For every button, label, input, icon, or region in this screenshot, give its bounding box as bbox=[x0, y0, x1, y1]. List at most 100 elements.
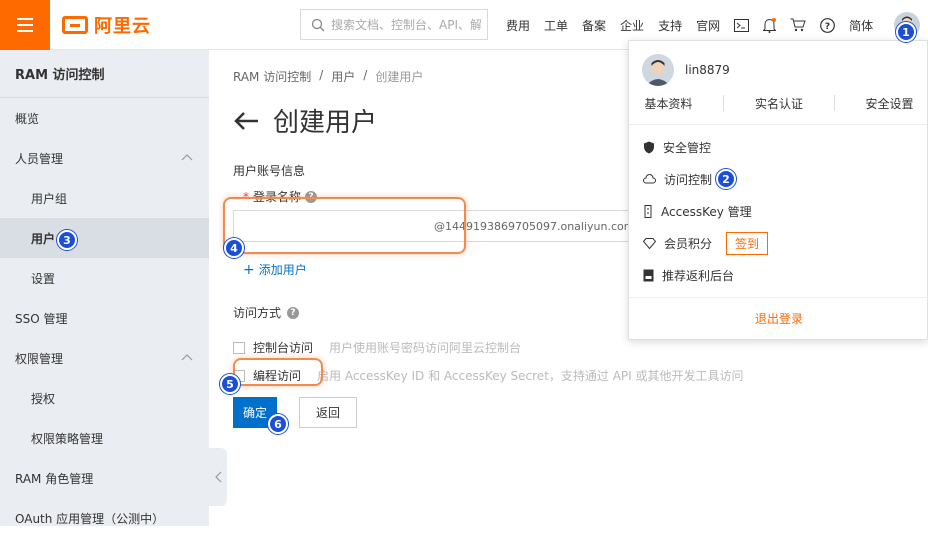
search-input[interactable] bbox=[331, 17, 481, 32]
menu-accesskey[interactable]: AccessKey 管理 bbox=[629, 195, 927, 227]
terminal-icon[interactable] bbox=[734, 18, 750, 32]
user-dropdown: lin8879 基本资料 实名认证 安全设置 安全管控 访问控制 AccessK… bbox=[628, 40, 928, 340]
search-box[interactable] bbox=[300, 9, 488, 40]
chevron-up-icon bbox=[181, 354, 193, 361]
nav-tickets[interactable]: 工单 bbox=[544, 17, 568, 34]
sidebar-item-users[interactable]: 用户 bbox=[0, 218, 209, 258]
step-badge-5: 5 bbox=[220, 374, 240, 394]
breadcrumb-current: 创建用户 bbox=[375, 70, 424, 84]
console-access-option[interactable]: 控制台访问 用户使用账号密码访问阿里云控制台 bbox=[233, 339, 521, 356]
help-icon[interactable]: ? bbox=[820, 17, 835, 33]
sidebar-item-settings[interactable]: 设置 bbox=[0, 258, 209, 298]
program-access-desc: 启用 AccessKey ID 和 AccessKey Secret，支持通过 … bbox=[317, 369, 744, 383]
dropdown-links: 基本资料 实名认证 安全设置 bbox=[629, 95, 928, 112]
document-icon bbox=[643, 269, 654, 281]
divider bbox=[833, 95, 835, 111]
step-badge-3: 3 bbox=[57, 230, 77, 250]
cart-icon[interactable] bbox=[790, 18, 806, 32]
sidebar-item-overview[interactable]: 概览 bbox=[0, 98, 209, 138]
profile-link[interactable]: 基本资料 bbox=[644, 95, 692, 112]
sidebar-item-label: 授权 bbox=[31, 391, 56, 406]
console-access-label[interactable]: 控制台访问 bbox=[253, 339, 313, 356]
nav-billing[interactable]: 费用 bbox=[506, 17, 530, 34]
sidebar-item-grants[interactable]: 授权 bbox=[0, 378, 209, 418]
dropdown-avatar bbox=[642, 54, 674, 86]
step-badge-4: 4 bbox=[224, 238, 244, 258]
sidebar-item-label: OAuth 应用管理（公测中） bbox=[15, 511, 165, 526]
sidebar: RAM 访问控制 概览 人员管理 用户组 用户 设置 SSO 管理 权限管理 授… bbox=[0, 50, 209, 526]
divider bbox=[723, 95, 725, 111]
cloud-icon bbox=[643, 174, 656, 184]
verification-link[interactable]: 实名认证 bbox=[755, 95, 803, 112]
sidebar-item-label: 权限管理 bbox=[15, 351, 64, 366]
menu-label: 访问控制 bbox=[664, 172, 713, 187]
bell-icon[interactable] bbox=[763, 17, 777, 33]
step-badge-6: 6 bbox=[268, 414, 288, 434]
sidebar-item-label: 设置 bbox=[31, 271, 56, 286]
breadcrumb-ram[interactable]: RAM 访问控制 bbox=[233, 68, 311, 85]
page-title: 创建用户 bbox=[273, 108, 378, 138]
menu-label: AccessKey 管理 bbox=[661, 204, 752, 219]
shield-icon bbox=[644, 141, 654, 153]
dropdown-menu: 安全管控 访问控制 AccessKey 管理 会员积分 签到 推荐返利后台 bbox=[629, 125, 927, 291]
menu-icon[interactable] bbox=[0, 0, 50, 50]
key-icon bbox=[644, 204, 652, 218]
sidebar-item-policies[interactable]: 权限策略管理 bbox=[0, 418, 209, 458]
breadcrumb-separator: / bbox=[363, 68, 368, 82]
access-method-label: 访问方式 ? bbox=[233, 304, 300, 321]
menu-referral[interactable]: 推荐返利后台 bbox=[629, 259, 927, 291]
breadcrumb-separator: / bbox=[319, 68, 324, 82]
sidebar-item-label: 概览 bbox=[15, 111, 40, 126]
sidebar-item-oauth[interactable]: OAuth 应用管理（公测中） bbox=[0, 498, 209, 538]
sidebar-item-label: 人员管理 bbox=[15, 151, 64, 166]
nav-enterprise[interactable]: 企业 bbox=[620, 17, 644, 34]
chevron-up-icon bbox=[181, 154, 193, 161]
highlight-program-access bbox=[233, 358, 323, 386]
menu-access-control[interactable]: 访问控制 bbox=[629, 163, 927, 195]
dropdown-header: lin8879 基本资料 实名认证 安全设置 bbox=[629, 41, 927, 125]
logo-mark-icon bbox=[62, 16, 88, 34]
sidebar-item-label: 用户 bbox=[31, 231, 56, 246]
add-user-label: 添加用户 bbox=[258, 263, 307, 277]
step-badge-1: 1 bbox=[896, 22, 916, 42]
sidebar-title: RAM 访问控制 bbox=[0, 50, 209, 98]
sidebar-item-label: 权限策略管理 bbox=[31, 431, 104, 446]
menu-security-control[interactable]: 安全管控 bbox=[629, 131, 927, 163]
sidebar-group-identities[interactable]: 人员管理 bbox=[0, 138, 209, 178]
logout-button[interactable]: 退出登录 bbox=[629, 297, 928, 339]
sidebar-item-roles[interactable]: RAM 角色管理 bbox=[0, 458, 209, 498]
breadcrumb: RAM 访问控制 / 用户 / 创建用户 bbox=[233, 68, 423, 85]
language-switch[interactable]: 简体 bbox=[849, 17, 873, 34]
console-access-desc: 用户使用账号密码访问阿里云控制台 bbox=[329, 341, 522, 355]
sidebar-item-label: SSO 管理 bbox=[15, 311, 68, 326]
sidebar-item-label: 用户组 bbox=[31, 191, 68, 206]
page-header: 创建用户 bbox=[233, 102, 377, 139]
breadcrumb-users[interactable]: 用户 bbox=[331, 68, 355, 85]
sidebar-item-groups[interactable]: 用户组 bbox=[0, 178, 209, 218]
menu-label: 安全管控 bbox=[663, 140, 712, 155]
nav-icp[interactable]: 备案 bbox=[582, 17, 606, 34]
dropdown-username: lin8879 bbox=[685, 63, 730, 77]
menu-points[interactable]: 会员积分 签到 bbox=[629, 227, 927, 259]
search-icon bbox=[311, 18, 325, 31]
diamond-icon bbox=[643, 237, 656, 249]
step-badge-2: 2 bbox=[716, 169, 736, 189]
plus-icon: + bbox=[243, 261, 255, 278]
add-user-link[interactable]: + 添加用户 bbox=[243, 261, 307, 278]
nav-website[interactable]: 官网 bbox=[696, 17, 720, 34]
console-access-checkbox[interactable] bbox=[233, 341, 245, 354]
svg-text:?: ? bbox=[825, 22, 830, 32]
menu-label: 推荐返利后台 bbox=[662, 268, 735, 283]
help-icon[interactable]: ? bbox=[287, 306, 300, 319]
section-account-info: 用户账号信息 bbox=[233, 164, 306, 178]
back-button[interactable]: 返回 bbox=[299, 397, 357, 428]
sidebar-item-label: RAM 角色管理 bbox=[15, 471, 94, 486]
back-arrow-icon[interactable] bbox=[233, 111, 259, 131]
logo-text: 阿里云 bbox=[94, 16, 151, 37]
signin-button[interactable]: 签到 bbox=[726, 231, 769, 255]
nav-support[interactable]: 支持 bbox=[658, 17, 682, 34]
sidebar-group-permissions[interactable]: 权限管理 bbox=[0, 338, 209, 378]
sidebar-item-sso[interactable]: SSO 管理 bbox=[0, 298, 209, 338]
aliyun-logo[interactable]: 阿里云 bbox=[62, 13, 151, 37]
security-settings-link[interactable]: 安全设置 bbox=[866, 95, 914, 112]
